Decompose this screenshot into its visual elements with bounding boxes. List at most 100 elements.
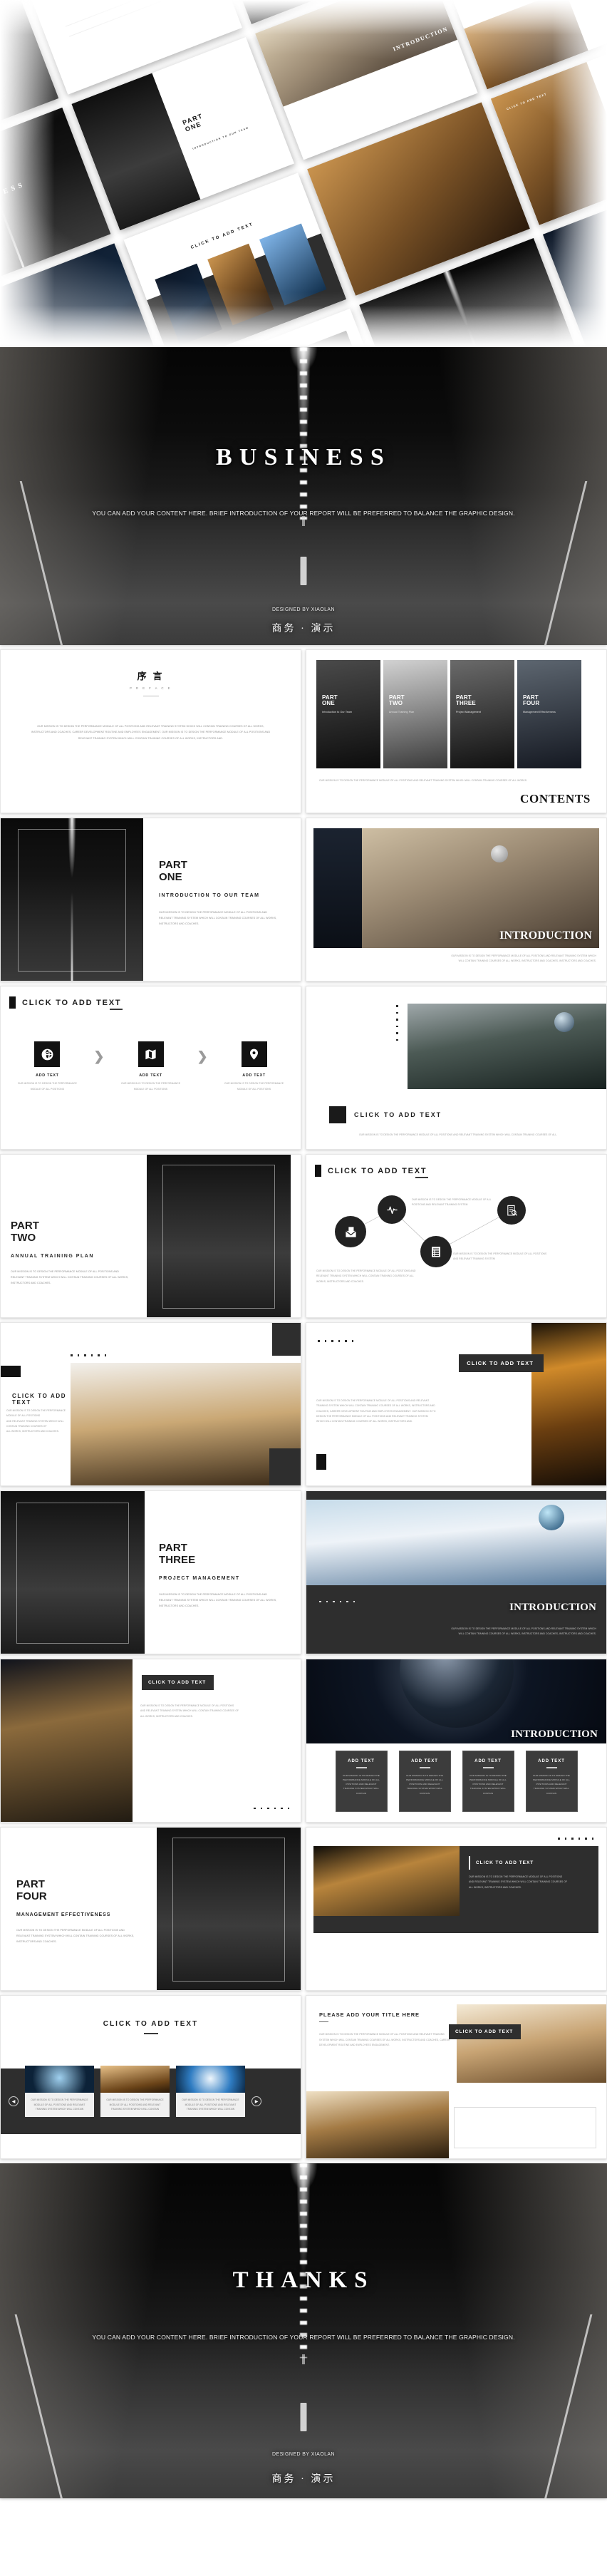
section-paragraph: INSTRUCTORS AND COACHES.: [159, 1604, 199, 1608]
section-image: [1, 818, 143, 981]
slide-row-carousel: CLICK TO ADD TEXT ◀ OUR MISSION IS TO DE…: [0, 1995, 607, 2159]
slide-network: CLICK TO ADD TEXT OUR MISSION IS TO DESI…: [306, 1154, 607, 1318]
sphere-photo: INTRODUCTION: [306, 1659, 606, 1743]
process-step[interactable]: ADD TEXT OUR MISSION IS TO DESIGN THE PE…: [224, 1041, 285, 1092]
intro-paragraph: OUR MISSION IS TO DESIGN THE PERFORMANCE…: [451, 1627, 596, 1630]
slide-heading: CLICK TO ADD TEXT: [12, 1393, 67, 1406]
add-text-card[interactable]: ADD TEXT OUR MISSION IS TO DESIGN THE PE…: [525, 1751, 578, 1812]
slide-heading: CLICK TO ADD TEXT: [354, 1111, 442, 1118]
carousel-caption: OUR MISSION IS TO DESIGN THE PERFORMANCE…: [176, 2092, 245, 2118]
slide-section-part-four: PART FOUR MANAGEMENT EFFECTIVENESS OUR MI…: [0, 1827, 301, 1991]
road-dash-near: [300, 557, 307, 586]
preface-title-en: P R E F A C E: [130, 686, 172, 690]
card-title: ADD TEXT: [411, 1759, 438, 1763]
slide-library: CLICK TO ADD TEXT OUR MISSION IS TO DESI…: [0, 1322, 301, 1486]
map-icon: [138, 1041, 164, 1067]
network-note: OUR MISSION IS TO DESIGN THE PERFORMANCE…: [316, 1269, 416, 1283]
intro-heading: INTRODUCTION: [511, 1729, 598, 1740]
carousel-prev-button[interactable]: ◀: [9, 2096, 19, 2106]
location-icon: [241, 1041, 267, 1067]
template-preview-page: 序 言 PREFACE INTRODUCTION BUSINESS PARTON…: [0, 0, 607, 2498]
perspective-collage: 序 言 PREFACE INTRODUCTION BUSINESS PARTON…: [0, 0, 607, 347]
slide-row-library: CLICK TO ADD TEXT OUR MISSION IS TO DESI…: [0, 1322, 607, 1486]
section-image: [157, 1828, 301, 1990]
add-text-card[interactable]: ADD TEXT OUR MISSION IS TO DESIGN THE PE…: [398, 1751, 451, 1812]
process-step[interactable]: ADD TEXT OUR MISSION IS TO DESIGN THE PE…: [16, 1041, 78, 1092]
slide-heading: PLEASE ADD YOUR TITLE HERE: [319, 2011, 420, 2018]
add-text-card[interactable]: ADD TEXT OUR MISSION IS TO DESIGN THE PE…: [462, 1751, 514, 1812]
preface-title-cn: 序 言: [137, 671, 165, 681]
preface-paragraph-3: RELEVANT TRAINING SYSTEM WHICH WILL CONT…: [78, 736, 224, 740]
library-paragraph: AND RELEVANT TRAINING SYSTEM WHICH WILL …: [6, 1419, 64, 1428]
add-text-card-list: ADD TEXT OUR MISSION IS TO DESIGN THE PE…: [306, 1751, 606, 1812]
contents-card[interactable]: PART TWO Annual Training Plan: [383, 660, 447, 768]
slide-section-part-three: PART THREE PROJECT MANAGEMENT OUR MISSION…: [0, 1490, 301, 1654]
slide-heading: CLICK TO ADD TEXT: [103, 2020, 199, 2028]
tag-click-to-add-text[interactable]: CLICK TO ADD TEXT: [469, 1856, 541, 1870]
preface-paragraph-1: OUR MISSION IS TO DESIGN THE PERFORMANCE…: [37, 725, 264, 728]
process-step[interactable]: ADD TEXT OUR MISSION IS TO DESIGN THE PE…: [120, 1041, 182, 1092]
night-paragraph: DESIGN THE PERFORMANCE MODULE OF ALL POS…: [316, 1414, 428, 1418]
card-word-label: ONE: [322, 700, 335, 707]
section-part-number: PART THREE: [159, 1542, 196, 1566]
contents-card[interactable]: PART THREE Project Management: [450, 660, 514, 768]
tag-click-to-add-text[interactable]: CLICK TO ADD TEXT: [457, 1354, 544, 1372]
section-paragraph: OUR MISSION IS TO DESIGN THE PERFORMANCE…: [159, 1592, 267, 1596]
tag-click-to-add-text[interactable]: CLICK TO ADD TEXT: [447, 2024, 522, 2039]
page-title: THANKS: [232, 2267, 375, 2293]
mountain-body: OUR MISSION IS TO DESIGN THE PERFORMANCE…: [359, 1133, 558, 1136]
clipboard-icon[interactable]: [420, 1236, 452, 1267]
card-body: OUR MISSION IS TO DESIGN THE PERFORMANCE…: [533, 1773, 570, 1795]
shelf-paragraph: AND RELEVANT TRAINING SYSTEM WHICH WILL …: [140, 1709, 239, 1713]
contents-card-list: PART ONE Introduction to Our Team PART TWO A…: [316, 660, 596, 768]
dot-column: [396, 1005, 398, 1041]
section-part-number: PART TWO: [11, 1220, 40, 1244]
road-dash-near: [300, 2403, 307, 2431]
divider: [482, 1767, 494, 1768]
add-text-card[interactable]: ADD TEXT OUR MISSION IS TO DESIGN THE PE…: [335, 1751, 388, 1812]
contents-footnote: OUR MISSION IS TO DESIGN THE PERFORMANCE…: [319, 779, 528, 782]
warehouse-paragraph: AND RELEVANT TRAINING SYSTEM WHICH WILL …: [469, 1880, 568, 1884]
carousel-item[interactable]: OUR MISSION IS TO DESIGN THE PERFORMANCE…: [100, 2065, 170, 2118]
slide-thanks: THANKS YOU CAN ADD YOUR CONTENT HERE. BR…: [0, 2163, 607, 2498]
slide-row-part-one: PART ONE INTRODUCTION TO OUR TEAM OUR MIS…: [0, 818, 607, 982]
title-here-paragraph: OUR MISSION IS TO DESIGN THE PERFORMANCE…: [319, 2033, 445, 2036]
section-paragraph: OUR MISSION IS TO DESIGN THE PERFORMANCE…: [16, 1928, 125, 1932]
slide-carousel: CLICK TO ADD TEXT ◀ OUR MISSION IS TO DE…: [0, 1995, 301, 2159]
process-step-body: OUR MISSION IS TO DESIGN THE PERFORMANCE…: [224, 1082, 284, 1091]
slide-introduction-city: INTRODUCTION OUR MISSION IS TO DESIGN TH…: [306, 818, 607, 982]
carousel-next-button[interactable]: ▶: [251, 2096, 261, 2106]
slide-night-city: CLICK TO ADD TEXT OUR MISSION IS TO DESI…: [306, 1322, 607, 1486]
accent-block-icon: [329, 1106, 346, 1123]
night-city-photo: [531, 1323, 606, 1485]
corridor-photo: [306, 2091, 449, 2158]
intro-paragraph: WILL CONTAIN TRAINING COURSES OF ALL WOR…: [458, 959, 596, 963]
pulse-icon[interactable]: [378, 1195, 406, 1224]
section-image: [1, 1491, 145, 1654]
process-step-title: ADD TEXT: [242, 1073, 266, 1078]
carousel-caption: OUR MISSION IS TO DESIGN THE PERFORMANCE…: [25, 2092, 94, 2118]
process-step-body: OUR MISSION IS TO DESIGN THE PERFORMANCE…: [120, 1082, 181, 1091]
section-subtitle: ANNUAL TRAINING PLAN: [11, 1253, 95, 1259]
slide-shelf: CLICK TO ADD TEXT OUR MISSION IS TO DESI…: [0, 1659, 301, 1823]
mail-icon[interactable]: [335, 1216, 366, 1247]
text-placeholder-box[interactable]: [454, 2107, 596, 2148]
title-here-paragraph: DEVELOPMENT ROUTINE AND EMPLOYEES ENGAGE…: [319, 2043, 390, 2046]
slide-row-shelf: CLICK TO ADD TEXT OUR MISSION IS TO DESI…: [0, 1659, 607, 1823]
carousel-item[interactable]: OUR MISSION IS TO DESIGN THE PERFORMANCE…: [176, 2065, 245, 2118]
warehouse-paragraph: OUR MISSION IS TO DESIGN THE PERFORMANCE…: [469, 1875, 563, 1878]
page-title: BUSINESS: [215, 444, 392, 470]
slide-row-preface: 序 言 P R E F A C E OUR MISSION IS TO DESI…: [0, 649, 607, 813]
section-paragraph: INSTRUCTORS AND COACHES.: [159, 922, 199, 926]
accent-block-icon: [9, 996, 16, 1009]
slide-preface: 序 言 P R E F A C E OUR MISSION IS TO DESI…: [0, 649, 301, 813]
dot-row: [318, 1340, 353, 1342]
hero-subtitle: YOU CAN ADD YOUR CONTENT HERE. BRIEF INT…: [92, 2334, 515, 2341]
slide-contents: PART ONE Introduction to Our Team PART TWO A…: [306, 649, 607, 813]
contents-card[interactable]: PART ONE Introduction to Our Team: [316, 660, 380, 768]
contents-card[interactable]: PART FOUR Management Effectiveness: [517, 660, 581, 768]
night-paragraph: WHICH WILL CONTAIN TRAINING COURSES OF A…: [316, 1420, 413, 1423]
tag-click-to-add-text[interactable]: CLICK TO ADD TEXT: [140, 1675, 214, 1690]
section-paragraph: RELEVANT TRAINING SYSTEM WHICH WILL CONT…: [159, 1599, 277, 1602]
carousel-item[interactable]: OUR MISSION IS TO DESIGN THE PERFORMANCE…: [25, 2065, 94, 2118]
